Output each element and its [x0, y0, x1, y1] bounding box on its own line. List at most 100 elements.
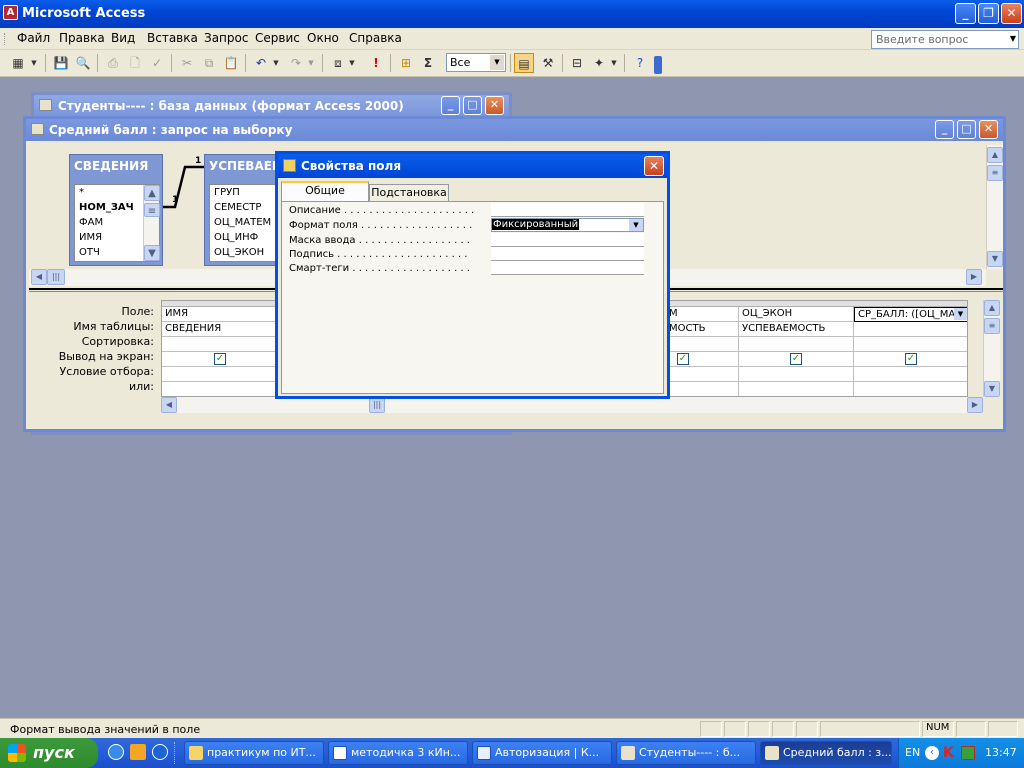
field-item[interactable]: ГРУП: [210, 185, 279, 200]
chevron-down-icon[interactable]: ▼: [1010, 34, 1016, 43]
grid-table-cell[interactable]: МОСТЬ: [666, 322, 739, 337]
grid-or-cell[interactable]: [666, 382, 739, 396]
grid-criteria-cell[interactable]: [854, 367, 967, 382]
field-list[interactable]: * НОМ_ЗАЧ ФАМ ИМЯ ОТЧ ▲ ≡ ▼: [74, 184, 160, 262]
start-button[interactable]: пуск: [0, 738, 98, 768]
field-item[interactable]: ОЦ_ЭКОН: [210, 245, 279, 260]
query-type-icon[interactable]: ⧈: [328, 53, 348, 73]
show-checkbox[interactable]: ✓: [214, 353, 226, 365]
scroll-thumb[interactable]: ≡: [144, 203, 160, 217]
database-window-icon[interactable]: ⊟: [567, 53, 587, 73]
table-pane-vscrollbar[interactable]: ▲ ≡ ▼: [986, 145, 1003, 269]
new-object-icon[interactable]: ✦: [589, 53, 609, 73]
grid-table-cell[interactable]: [854, 322, 967, 337]
grid-vscrollbar[interactable]: ▲ ≡ ▼: [983, 300, 1000, 397]
menu-query[interactable]: Запрос: [204, 31, 248, 45]
format-combo[interactable]: Фиксированный ▼: [491, 218, 644, 232]
prop-value-description[interactable]: [491, 203, 644, 217]
properties-icon[interactable]: ▤: [514, 53, 534, 73]
scroll-down-icon[interactable]: ▼: [144, 245, 160, 261]
undo-icon[interactable]: ↶: [251, 53, 271, 73]
builder-icon[interactable]: ⚒: [538, 53, 558, 73]
scroll-up-icon[interactable]: ▲: [987, 147, 1003, 163]
scroll-right-icon[interactable]: ▶: [967, 397, 983, 413]
prop-value-caption[interactable]: [491, 247, 644, 261]
grid-show-cell[interactable]: ✓: [854, 352, 967, 367]
view-icon[interactable]: ▦: [8, 53, 28, 73]
show-table-icon[interactable]: ⊞: [396, 53, 416, 73]
grid-criteria-cell[interactable]: [666, 367, 739, 382]
menu-edit[interactable]: Правка: [59, 31, 105, 45]
access-icon[interactable]: A: [3, 5, 18, 20]
grid-show-cell[interactable]: ✓: [739, 352, 854, 367]
question-input[interactable]: Введите вопрос ▼: [871, 30, 1019, 49]
grid-sort-cell[interactable]: [666, 337, 739, 352]
task-button-active[interactable]: Средний балл : з...: [760, 741, 892, 765]
tab-lookup[interactable]: Подстановка: [369, 184, 449, 202]
chevron-left-icon[interactable]: ‹: [925, 746, 939, 760]
task-button[interactable]: Студенты---- : б...: [616, 741, 756, 765]
grid-sort-cell[interactable]: [739, 337, 854, 352]
spelling-icon[interactable]: ✓: [147, 53, 167, 73]
grid-show-cell[interactable]: ✓: [666, 352, 739, 367]
run-icon[interactable]: !: [366, 53, 386, 73]
relationship-line[interactable]: [163, 159, 207, 215]
save-icon[interactable]: 💾: [51, 53, 71, 73]
field-item[interactable]: СЕМЕСТР: [210, 200, 279, 215]
task-button[interactable]: методичка 3 кИн...: [328, 741, 468, 765]
view-dropdown-icon[interactable]: ▼: [28, 53, 40, 73]
grid-sort-cell[interactable]: [162, 337, 278, 352]
grid-column[interactable]: СР_БАЛЛ: ([ОЦ_МА ▼ ✓: [854, 301, 967, 396]
print-preview-icon[interactable]: 🗋: [125, 53, 145, 73]
query-type-dropdown-icon[interactable]: ▼: [346, 53, 358, 73]
table-box-uspevaemost[interactable]: УСПЕВАЕМ ГРУП СЕМЕСТР ОЦ_МАТЕМ ОЦ_ИНФ ОЦ…: [204, 154, 280, 266]
menu-window[interactable]: Окно: [307, 31, 339, 45]
grid-criteria-cell[interactable]: [162, 367, 278, 382]
grid-table-cell[interactable]: СВЕДЕНИЯ: [162, 322, 278, 337]
grid-hscrollbar[interactable]: ◀ ||| ▶: [161, 397, 983, 413]
chevron-down-icon[interactable]: ▼: [490, 55, 504, 70]
grid-field-cell[interactable]: М: [666, 307, 739, 322]
cut-icon[interactable]: ✂: [177, 53, 197, 73]
top-values-combo[interactable]: Все ▼: [446, 53, 506, 72]
db-close-button[interactable]: ✕: [485, 96, 504, 115]
scroll-left-icon[interactable]: ◀: [31, 269, 47, 285]
show-checkbox[interactable]: ✓: [905, 353, 917, 365]
redo-dropdown-icon[interactable]: ▼: [305, 53, 317, 73]
scroll-thumb[interactable]: |||: [369, 397, 385, 413]
quicklaunch-icon[interactable]: [152, 744, 168, 760]
language-indicator[interactable]: EN: [905, 746, 920, 759]
show-checkbox[interactable]: ✓: [677, 353, 689, 365]
scroll-up-icon[interactable]: ▲: [144, 185, 160, 201]
prop-value-smart-tags[interactable]: [491, 261, 644, 275]
query-minimize-button[interactable]: _: [935, 120, 954, 139]
prop-value-input-mask[interactable]: [491, 233, 644, 247]
task-button[interactable]: Авторизация | К...: [472, 741, 612, 765]
grid-criteria-cell[interactable]: [739, 367, 854, 382]
field-list-scrollbar[interactable]: ▲ ≡ ▼: [143, 185, 160, 261]
restore-button[interactable]: ❐: [978, 3, 999, 24]
field-item[interactable]: ОЦ_ИНФ: [210, 230, 279, 245]
print-icon[interactable]: ⎙: [103, 53, 123, 73]
grid-field-cell[interactable]: ОЦ_ЭКОН: [739, 307, 854, 322]
redo-icon[interactable]: ↷: [286, 53, 306, 73]
grid-table-cell[interactable]: УСПЕВАЕМОСТЬ: [739, 322, 854, 337]
dialog-title-bar[interactable]: Свойства поля ✕: [278, 154, 667, 178]
menu-view[interactable]: Вид: [111, 31, 135, 45]
totals-icon[interactable]: Σ: [418, 53, 438, 73]
show-checkbox[interactable]: ✓: [790, 353, 802, 365]
field-item[interactable]: ОЦ_МАТЕМ: [210, 215, 279, 230]
new-object-dropdown-icon[interactable]: ▼: [608, 53, 620, 73]
chevron-down-icon[interactable]: ▼: [954, 308, 967, 320]
tab-general[interactable]: Общие: [281, 181, 369, 201]
menu-grip[interactable]: [4, 33, 7, 45]
db-minimize-button[interactable]: _: [441, 96, 460, 115]
menu-help[interactable]: Справка: [349, 31, 402, 45]
menu-file[interactable]: Файл: [17, 31, 50, 45]
ie-icon[interactable]: [108, 744, 124, 760]
search-file-icon[interactable]: 🔍: [73, 53, 93, 73]
grid-or-cell[interactable]: [854, 382, 967, 396]
task-button[interactable]: практикум по ИТ...: [184, 741, 324, 765]
table-box-title[interactable]: УСПЕВАЕМ: [205, 155, 279, 179]
grid-column[interactable]: ОЦ_ЭКОН УСПЕВАЕМОСТЬ ✓: [739, 301, 854, 396]
